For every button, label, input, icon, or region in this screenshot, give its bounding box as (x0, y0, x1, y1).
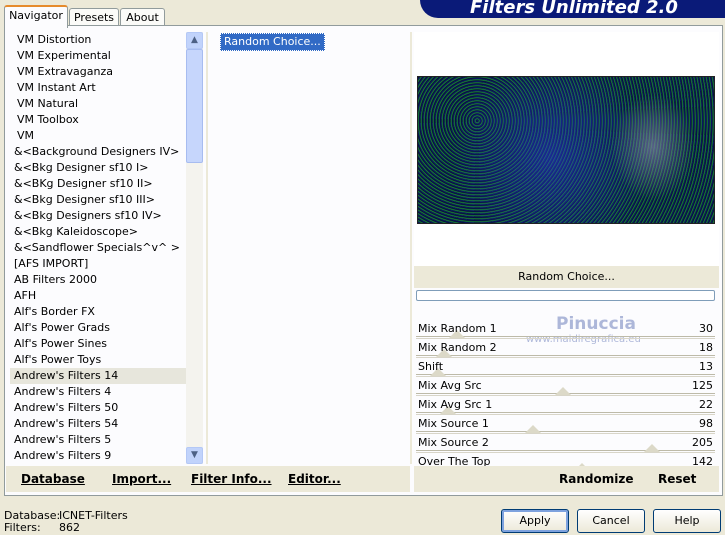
slider-row[interactable]: Mix Random 1 30 (416, 320, 715, 339)
slider-track[interactable] (416, 431, 715, 432)
category-scrollbar[interactable]: ▲ ▼ (186, 32, 203, 464)
category-item[interactable]: &<Bkg Designer sf10 III> (10, 192, 188, 208)
category-item[interactable]: VM (10, 128, 188, 144)
tab-about[interactable]: About (120, 8, 165, 26)
panel-divider (206, 32, 208, 464)
editor-button[interactable]: Editor... (288, 472, 341, 486)
category-item[interactable]: [AFS IMPORT] (10, 256, 188, 272)
category-item[interactable]: AB Filters 2000 (10, 272, 188, 288)
slider-value: 98 (699, 417, 713, 430)
category-item[interactable]: AFH (10, 288, 188, 304)
slider-row[interactable]: Mix Source 2 205 (416, 434, 715, 453)
category-item[interactable]: &<Bkg Designers sf10 IV> (10, 208, 188, 224)
category-item[interactable]: Alf's Power Grads (10, 320, 188, 336)
preview-image (417, 76, 715, 224)
category-item[interactable]: &<Sandflower Specials^v^ > (10, 240, 188, 256)
slider-label: Shift (418, 360, 444, 373)
category-item[interactable]: &<Bkg Kaleidoscope> (10, 224, 188, 240)
category-item[interactable]: Andrew's Filters 9 (10, 448, 188, 464)
scroll-thumb[interactable] (186, 49, 203, 163)
category-item[interactable]: VM Distortion (10, 32, 188, 48)
slider-value: 125 (692, 379, 713, 392)
cancel-button[interactable]: Cancel (577, 509, 645, 533)
category-item[interactable]: VM Toolbox (10, 112, 188, 128)
slider-label: Mix Source 1 (418, 417, 489, 430)
category-list[interactable]: VM Distortion VM Experimental VM Extravaga… (10, 32, 188, 464)
category-item[interactable]: VM Natural (10, 96, 188, 112)
scroll-up-icon[interactable]: ▲ (186, 32, 203, 49)
slider-value: 30 (699, 322, 713, 335)
filters-label: Filters: (4, 521, 41, 534)
slider-label: Mix Avg Src 1 (418, 398, 493, 411)
slider-row[interactable]: Shift 13 (416, 358, 715, 377)
slider-label: Mix Source 2 (418, 436, 489, 449)
slider-label: Mix Random 2 (418, 341, 497, 354)
category-item[interactable]: &<BKg Designer sf10 II> (10, 176, 188, 192)
category-item[interactable]: &<Background Designers IV> (10, 144, 188, 160)
slider-track[interactable] (416, 355, 715, 356)
category-item[interactable]: Alf's Border FX (10, 304, 188, 320)
tab-presets[interactable]: Presets (69, 8, 119, 26)
slider-value: 205 (692, 436, 713, 449)
slider-thumb[interactable] (525, 425, 541, 433)
slider-track[interactable] (416, 412, 715, 413)
slider-row[interactable]: Mix Avg Src 1 22 (416, 396, 715, 415)
filter-info-button[interactable]: Filter Info... (191, 472, 272, 486)
category-item[interactable]: VM Instant Art (10, 80, 188, 96)
slider-row[interactable]: Mix Source 1 98 (416, 415, 715, 434)
category-item[interactable]: &<Bkg Designer sf10 I> (10, 160, 188, 176)
category-item[interactable]: Andrew's Filters 50 (10, 400, 188, 416)
category-item[interactable]: Andrew's Filters 5 (10, 432, 188, 448)
slider-label: Mix Random 1 (418, 322, 497, 335)
category-item[interactable]: VM Extravaganza (10, 64, 188, 80)
help-button[interactable]: Help (653, 509, 721, 533)
slider-thumb[interactable] (644, 444, 660, 452)
slider-value: 22 (699, 398, 713, 411)
slider-value: 13 (699, 360, 713, 373)
reset-button[interactable]: Reset (658, 472, 696, 486)
database-button[interactable]: Database (21, 472, 85, 486)
category-item[interactable]: VM Experimental (10, 48, 188, 64)
category-item[interactable]: Alf's Power Toys (10, 352, 188, 368)
filter-item-selected[interactable]: Random Choice... (220, 33, 325, 51)
panel-divider-right (410, 32, 412, 464)
randomize-button[interactable]: Randomize (559, 472, 633, 486)
category-item[interactable]: Andrew's Filters 14 (10, 368, 188, 384)
category-item[interactable]: Andrew's Filters 4 (10, 384, 188, 400)
tab-navigator[interactable]: Navigator (4, 5, 68, 28)
slider-track[interactable] (416, 374, 715, 375)
import-button[interactable]: Import... (112, 472, 171, 486)
filters-count: 862 (59, 521, 80, 534)
app-title: Filters Unlimited 2.0 (470, 0, 678, 18)
slider-track[interactable] (416, 450, 715, 451)
apply-button[interactable]: Apply (501, 509, 569, 533)
slider-value: 18 (699, 341, 713, 354)
preview-filter-name: Random Choice... (414, 266, 719, 288)
category-item[interactable]: Alf's Power Sines (10, 336, 188, 352)
slider-row[interactable]: Mix Avg Src 125 (416, 377, 715, 396)
slider-label: Mix Avg Src (418, 379, 482, 392)
scroll-down-icon[interactable]: ▼ (186, 447, 203, 464)
slider-panel: Mix Random 1 30 Mix Random 2 18 Shift 13 Mix A… (416, 320, 715, 472)
progress-bar (416, 290, 715, 301)
category-item[interactable]: Andrew's Filters 54 (10, 416, 188, 432)
slider-thumb[interactable] (555, 387, 571, 395)
slider-row[interactable]: Mix Random 2 18 (416, 339, 715, 358)
